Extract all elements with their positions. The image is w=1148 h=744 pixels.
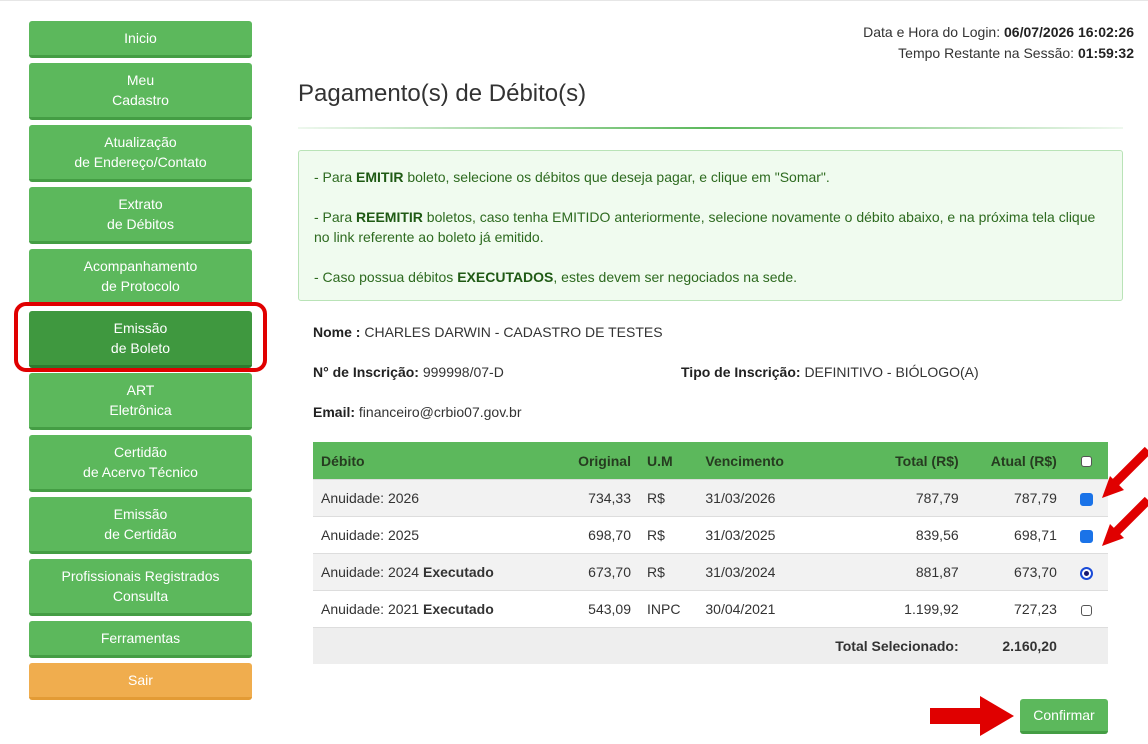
cell-atual: 727,23 [966,590,1065,628]
instruction-executados: - Caso possua débitos EXECUTADOS, estes … [314,269,797,285]
cell-um: R$ [638,516,698,554]
table-row: Anuidade: 2025 698,70 R$ 31/03/2025 839,… [313,516,1108,554]
row-checkbox[interactable] [1079,529,1093,543]
instruction-reemitir: - Para REEMITIR boletos, caso tenha EMIT… [314,209,1096,245]
cell-original: 698,70 [544,516,639,554]
sidebar-item-meu-cadastro[interactable]: Meu Cadastro [29,63,252,120]
cell-debito: Anuidade: 2025 [313,516,545,554]
total-value: 2.160,20 [966,627,1065,664]
row-checkbox[interactable] [1080,604,1092,616]
header-vencimento: Vencimento [697,442,854,480]
cell-original: 734,33 [544,479,639,517]
sidebar-item-profissionais-registrados[interactable]: Profissionais Registrados Consulta [29,559,252,616]
cell-atual: 787,79 [966,479,1065,517]
debts-table: Débito Original U.M Vencimento Total (R$… [313,442,1108,664]
cell-select [1064,590,1108,628]
table-row: Anuidade: 2021 Executado 543,09 INPC 30/… [313,590,1108,628]
cell-um: INPC [638,590,698,628]
executado-tag: Executado [422,601,494,617]
header-debito: Débito [313,442,545,480]
remaining-label: Tempo Restante na Sessão: [898,45,1075,61]
sidebar-nav: Inicio Meu Cadastro Atualização de Ender… [29,21,252,705]
cell-debito: Anuidade: 2024 Executado [313,553,545,591]
sidebar-item-acompanhamento-protocolo[interactable]: Acompanhamento de Protocolo [29,249,252,306]
cell-total: 787,79 [853,479,967,517]
registrant-email: Email: financeiro@crbio07.gov.br [313,404,522,420]
confirm-button[interactable]: Confirmar [1020,699,1108,734]
cell-debito: Anuidade: 2021 Executado [313,590,545,628]
registrant-tipo: Tipo de Inscrição: DEFINITIVO - BIÓLOGO(… [681,364,979,380]
sidebar-item-atualizacao-endereco[interactable]: Atualização de Endereço/Contato [29,125,252,182]
cell-original: 543,09 [544,590,639,628]
login-label: Data e Hora do Login: [863,24,1001,40]
total-label: Total Selecionado: [313,627,967,664]
header-total: Total (R$) [853,442,967,480]
sidebar-item-inicio[interactable]: Inicio [29,21,252,58]
header-atual: Atual (R$) [966,442,1065,480]
page-title: Pagamento(s) de Débito(s) [298,80,587,107]
sidebar-item-ferramentas[interactable]: Ferramentas [29,621,252,658]
cell-um: R$ [638,479,698,517]
header-original: Original [544,442,639,480]
login-value: 06/07/2026 16:02:26 [1004,24,1134,40]
registrant-inscricao: N° de Inscrição: 999998/07-D [313,364,504,380]
registrant-name: Nome : CHARLES DARWIN - CADASTRO DE TEST… [313,324,663,340]
instructions-alert: - Para EMITIR boleto, selecione os débit… [298,150,1123,301]
session-info: Data e Hora do Login: 06/07/2026 16:02:2… [863,22,1134,64]
top-divider [0,0,1148,1]
cell-total: 881,87 [853,553,967,591]
confirm-arrow-icon [930,696,1014,736]
row-checkbox[interactable] [1079,492,1093,506]
cell-vencimento: 31/03/2024 [697,553,854,591]
total-row: Total Selecionado: 2.160,20 [313,627,1108,664]
cell-vencimento: 31/03/2026 [697,479,854,517]
title-divider [298,127,1123,129]
cell-um: R$ [638,553,698,591]
sidebar-item-sair[interactable]: Sair [29,663,252,700]
remaining-value: 01:59:32 [1077,45,1134,61]
select-all-checkbox[interactable] [1080,456,1092,468]
table-header-row: Débito Original U.M Vencimento Total (R$… [313,442,1108,480]
executado-tag: Executado [422,564,494,580]
sidebar-item-certidao-acervo[interactable]: Certidão de Acervo Técnico [29,435,252,492]
cell-vencimento: 30/04/2021 [697,590,854,628]
table-row: Anuidade: 2026 734,33 R$ 31/03/2026 787,… [313,479,1108,517]
cell-select [1064,553,1108,591]
cell-debito: Anuidade: 2026 [313,479,545,517]
sidebar-item-emissao-certidao[interactable]: Emissão de Certidão [29,497,252,554]
annotation-arrows-icon [1102,446,1148,546]
row-checkbox[interactable] [1079,566,1093,580]
instruction-emitir: - Para EMITIR boleto, selecione os débit… [314,169,830,185]
cell-total: 839,56 [853,516,967,554]
cell-original: 673,70 [544,553,639,591]
header-um: U.M [638,442,698,480]
sidebar-item-extrato-debitos[interactable]: Extrato de Débitos [29,187,252,244]
cell-atual: 698,71 [966,516,1065,554]
sidebar-item-emissao-boleto[interactable]: Emissão de Boleto [29,311,252,368]
cell-atual: 673,70 [966,553,1065,591]
sidebar-item-art-eletronica[interactable]: ART Eletrônica [29,373,252,430]
table-row: Anuidade: 2024 Executado 673,70 R$ 31/03… [313,553,1108,591]
cell-vencimento: 31/03/2025 [697,516,854,554]
cell-total: 1.199,92 [853,590,967,628]
